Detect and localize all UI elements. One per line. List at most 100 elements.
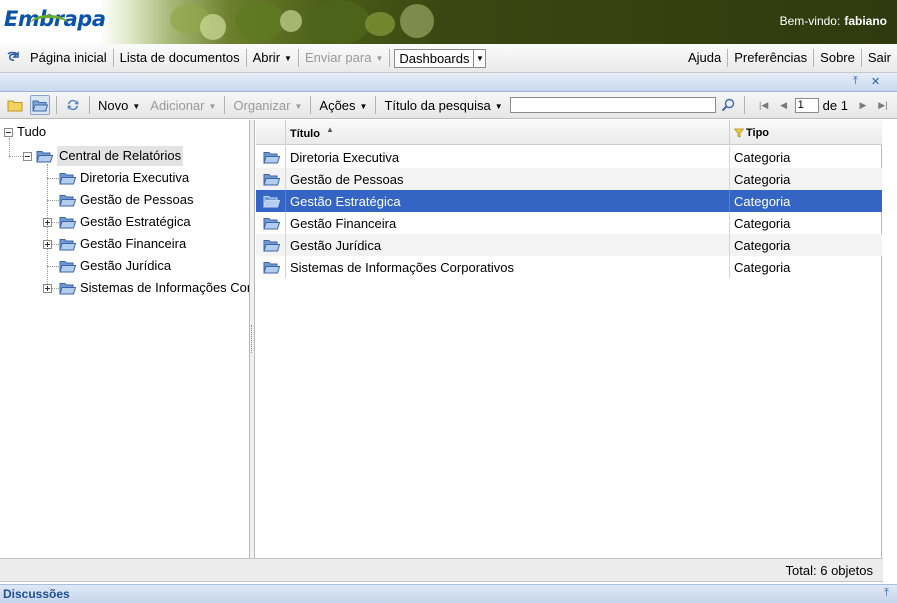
nav-send-to-menu[interactable]: Enviar para ▼ [299,49,391,67]
collapse-icon[interactable]: ⤒ [853,75,858,88]
leaf-decoration [280,10,302,32]
tree-node[interactable]: Gestão Jurídica [59,256,171,276]
tree-node-central[interactable]: Central de Relatórios [23,146,184,166]
main-nav: Página inicial Lista de documentos Abrir… [0,44,897,73]
nav-about[interactable]: Sobre [814,49,862,67]
tree-connector [9,156,23,157]
tree-connector [47,200,59,201]
embrapa-logo[interactable]: Embrapa [4,7,106,31]
table-row[interactable]: Diretoria Executiva Categoria [256,146,882,168]
page-number-input[interactable] [794,97,819,113]
filter-icon[interactable] [734,128,744,138]
row-title: Diretoria Executiva [290,149,400,165]
chevron-down-icon: ▼ [208,101,217,111]
welcome-label: Bem-vindo: [779,14,841,28]
last-page-icon[interactable]: ▶| [876,100,890,111]
prev-page-icon[interactable]: ◀ [777,100,791,111]
nav-open-label: Abrir [252,50,281,65]
add-menu[interactable]: Adicionar ▼ [148,98,218,113]
tree-node[interactable]: Diretoria Executiva [59,168,189,188]
leaf-decoration [235,2,285,40]
expand-toggle-icon[interactable] [43,283,52,293]
nav-help[interactable]: Ajuda [682,49,729,67]
column-header-title[interactable]: Título ▲ [290,120,334,145]
search-input[interactable] [509,97,716,113]
header-banner: Embrapa Bem-vindo: fabiano [0,0,897,44]
dashboards-menu[interactable]: Dashboards ▼ [394,48,487,68]
row-title: Gestão de Pessoas [290,171,404,187]
column-header-type[interactable]: Tipo [734,120,769,145]
nav-send-to-label: Enviar para [304,50,372,65]
table-row-selected[interactable]: Gestão Estratégica Categoria [256,190,882,212]
tree-node[interactable]: Sistemas de Informações Corporativos [43,278,249,298]
row-title: Gestão Jurídica [290,237,382,253]
right-margin [883,120,897,584]
table-row[interactable]: Sistemas de Informações Corporativos Cat… [256,256,882,278]
tree-label: Diretoria Executiva [80,170,190,185]
table-row[interactable]: Gestão Financeira Categoria [256,212,882,234]
folder-icon [256,239,286,252]
tree-node[interactable]: Gestão Estratégica [43,212,191,232]
table-row[interactable]: Gestão de Pessoas Categoria [256,168,882,190]
expand-toggle-icon[interactable] [43,239,52,249]
column-title-label: Título [290,128,320,140]
tree-connector [47,178,59,179]
folder-icon [59,172,76,184]
open-folder-view-icon[interactable] [30,95,50,115]
add-label: Adicionar [150,97,205,113]
panel-header-bar: ⤒ ✕ [0,73,897,92]
row-type: Categoria [734,149,791,165]
first-page-icon[interactable]: |◀ [757,100,771,111]
folder-icon [59,282,76,294]
welcome-message: Bem-vindo: fabiano [780,14,887,28]
nav-documents[interactable]: Lista de documentos [114,49,247,67]
next-page-icon[interactable]: ▶ [856,100,870,111]
row-title: Gestão Financeira [290,215,397,231]
refresh-icon[interactable] [63,95,83,115]
chevron-down-icon: ▼ [494,101,503,111]
folder-view-icon[interactable] [5,95,25,115]
tree-label: Gestão Estratégica [80,214,191,229]
table-row[interactable]: Gestão Jurídica Categoria [256,234,882,256]
folder-icon [256,173,286,186]
pane-splitter[interactable] [250,120,255,558]
collapse-toggle-icon[interactable] [4,127,13,137]
chevron-down-icon: ▼ [359,101,368,111]
tree-connector [47,266,59,267]
chevron-down-icon: ▼ [375,54,384,63]
close-icon[interactable]: ✕ [871,75,880,88]
tree-label: Gestão Financeira [80,236,187,251]
chevron-down-icon: ▼ [132,101,141,111]
nav-home[interactable]: Página inicial [24,49,114,67]
toolbar-divider [375,96,377,114]
nav-open-menu[interactable]: Abrir ▼ [247,49,299,67]
row-type: Categoria [734,215,791,231]
search-field-selector[interactable]: Título da pesquisa ▼ [382,98,504,113]
new-menu[interactable]: Novo ▼ [96,98,142,113]
folder-icon [59,238,76,250]
expand-panel-icon[interactable]: ⤒ [884,587,889,600]
toolbar-divider [56,96,57,114]
tree-node[interactable]: Gestão de Pessoas [59,190,193,210]
splitter-grip[interactable] [251,325,253,353]
collapse-toggle-icon[interactable] [23,151,32,161]
new-label: Novo [98,97,129,113]
row-type: Categoria [734,259,791,275]
toolbar-divider [743,96,745,114]
chevron-down-icon[interactable]: ▼ [473,49,485,67]
actions-menu[interactable]: Ações ▼ [317,98,369,113]
row-type: Categoria [734,171,791,187]
logo-swoosh [30,15,68,33]
nav-preferences[interactable]: Preferências [728,49,815,67]
row-title: Gestão Estratégica [290,193,401,209]
leaf-decoration [200,14,226,40]
nav-logout[interactable]: Sair [862,49,897,67]
folder-icon [256,195,286,208]
tree-node[interactable]: Gestão Financeira [43,234,186,254]
organize-menu[interactable]: Organizar ▼ [231,98,304,113]
search-icon[interactable] [718,95,738,115]
leaf-decoration [400,4,434,38]
discussions-panel-header[interactable]: Discussões ⤒ [0,584,897,603]
tree-node-root[interactable]: Tudo [4,122,46,142]
expand-toggle-icon[interactable] [43,217,52,227]
